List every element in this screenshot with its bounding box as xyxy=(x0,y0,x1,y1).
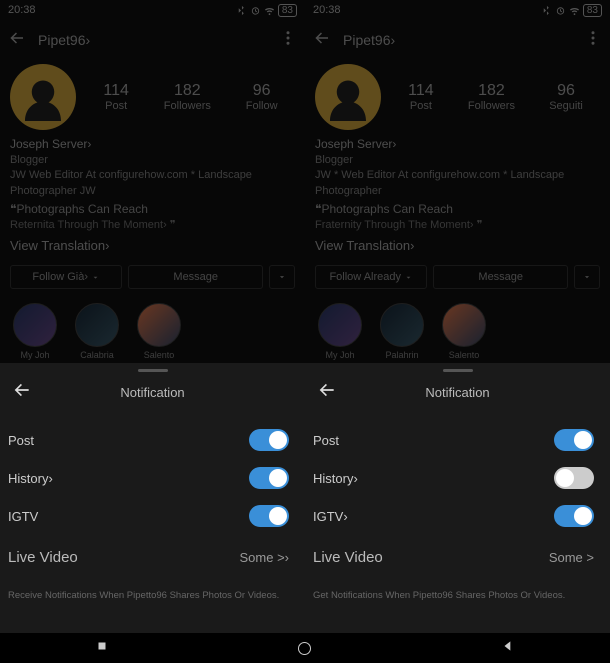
bluetooth-icon xyxy=(541,5,552,16)
topbar: Pipet96› xyxy=(305,20,610,60)
screen-left: 20:38 83 Pipet96› 114Post 182Followers 9… xyxy=(0,0,305,633)
toggle-history: History› xyxy=(305,459,610,497)
topbar: Pipet96› xyxy=(0,20,305,60)
bio-desc: JW Web Editor At configurehow.com * Land… xyxy=(10,168,295,199)
toggle-post-switch[interactable] xyxy=(554,429,594,451)
sheet-title: Notification xyxy=(317,385,598,400)
toggle-post: Post xyxy=(305,421,610,459)
message-button[interactable]: Message xyxy=(128,265,263,289)
bio-name: Joseph Server› xyxy=(10,136,295,153)
profile-username: Pipet96› xyxy=(343,32,395,48)
profile-username: Pipet96› xyxy=(38,32,90,48)
toggle-post-switch[interactable] xyxy=(249,429,289,451)
stat-posts[interactable]: 114Post xyxy=(103,82,129,112)
story-highlight[interactable]: Palahrin xyxy=(377,303,427,360)
similar-button[interactable] xyxy=(574,265,600,289)
statusbar-time: 20:38 xyxy=(313,4,341,16)
live-video-row[interactable]: Live Video Some >› xyxy=(0,535,305,580)
stat-followers[interactable]: 182Followers xyxy=(468,82,515,112)
toggle-history-switch[interactable] xyxy=(554,467,594,489)
toggle-history-switch[interactable] xyxy=(249,467,289,489)
back-icon[interactable] xyxy=(8,29,26,52)
stories-row: My Joh Calabria Salento xyxy=(0,295,305,368)
menu-icon[interactable] xyxy=(279,29,297,52)
toggle-igtv: IGTV› xyxy=(305,497,610,535)
live-video-row[interactable]: Live Video Some > xyxy=(305,535,610,580)
sheet-note: Receive Notifications When Pipetto96 Sha… xyxy=(0,580,305,611)
statusbar: 20:38 83 xyxy=(305,0,610,20)
nav-back-icon[interactable] xyxy=(501,639,515,658)
story-highlight[interactable]: My Joh xyxy=(315,303,365,360)
stat-following[interactable]: 96Follow xyxy=(246,82,278,112)
toggle-igtv: IGTV xyxy=(0,497,305,535)
alarm-icon xyxy=(250,5,261,16)
avatar[interactable] xyxy=(315,64,381,130)
wifi-icon xyxy=(569,5,580,16)
notification-sheet: Notification Post History› IGTV› Live Vi… xyxy=(305,363,610,633)
statusbar-icons: 83 xyxy=(236,4,297,17)
story-highlight[interactable]: Calabria xyxy=(72,303,122,360)
bio-sub: Fraternity Through The Moment› ❞ xyxy=(315,218,600,233)
bio-tagline: ❝Photographs Can Reach xyxy=(10,201,295,218)
back-icon[interactable] xyxy=(313,29,331,52)
menu-icon[interactable] xyxy=(584,29,602,52)
bio: Joseph Server› Blogger JW Web Editor At … xyxy=(0,136,305,255)
statusbar-icons: 83 xyxy=(541,4,602,17)
toggle-history: History› xyxy=(0,459,305,497)
android-navbar xyxy=(0,633,610,663)
view-translation[interactable]: View Translation› xyxy=(10,237,295,255)
statusbar: 20:38 83 xyxy=(0,0,305,20)
stat-posts[interactable]: 114Post xyxy=(408,82,434,112)
bio-name: Joseph Server› xyxy=(315,136,600,153)
stories-row: My Joh Palahrin Salento xyxy=(305,295,610,368)
avatar[interactable] xyxy=(10,64,76,130)
bluetooth-icon xyxy=(236,5,247,16)
view-translation[interactable]: View Translation› xyxy=(315,237,600,255)
story-highlight[interactable]: My Joh xyxy=(10,303,60,360)
story-highlight[interactable]: Salento xyxy=(439,303,489,360)
bio-sub: Reternita Through The Moment› ❞ xyxy=(10,218,295,233)
wifi-icon xyxy=(264,5,275,16)
sheet-title: Notification xyxy=(12,385,293,400)
bio-role: Blogger xyxy=(10,153,295,168)
message-button[interactable]: Message xyxy=(433,265,568,289)
alarm-icon xyxy=(555,5,566,16)
stat-following[interactable]: 96Seguiti xyxy=(549,82,583,112)
bio: Joseph Server› Blogger JW * Web Editor A… xyxy=(305,136,610,255)
similar-button[interactable] xyxy=(269,265,295,289)
sheet-note: Get Notifications When Pipetto96 Shares … xyxy=(305,580,610,611)
notification-sheet: Notification Post History› IGTV Live Vid… xyxy=(0,363,305,633)
nav-recent-icon[interactable] xyxy=(95,639,109,658)
bio-tagline: ❝Photographs Can Reach xyxy=(315,201,600,218)
toggle-post: Post xyxy=(0,421,305,459)
bio-role: Blogger xyxy=(315,153,600,168)
nav-home-icon[interactable] xyxy=(298,642,311,655)
toggle-igtv-switch[interactable] xyxy=(554,505,594,527)
toggle-igtv-switch[interactable] xyxy=(249,505,289,527)
follow-button[interactable]: Follow Già› xyxy=(10,265,122,289)
follow-button[interactable]: Follow Already xyxy=(315,265,427,289)
statusbar-time: 20:38 xyxy=(8,4,36,16)
bio-desc: JW * Web Editor At configurehow.com * La… xyxy=(315,168,600,199)
screen-right: 20:38 83 Pipet96› 114Post 182Followers 9… xyxy=(305,0,610,633)
stat-followers[interactable]: 182Followers xyxy=(164,82,211,112)
story-highlight[interactable]: Salento xyxy=(134,303,184,360)
